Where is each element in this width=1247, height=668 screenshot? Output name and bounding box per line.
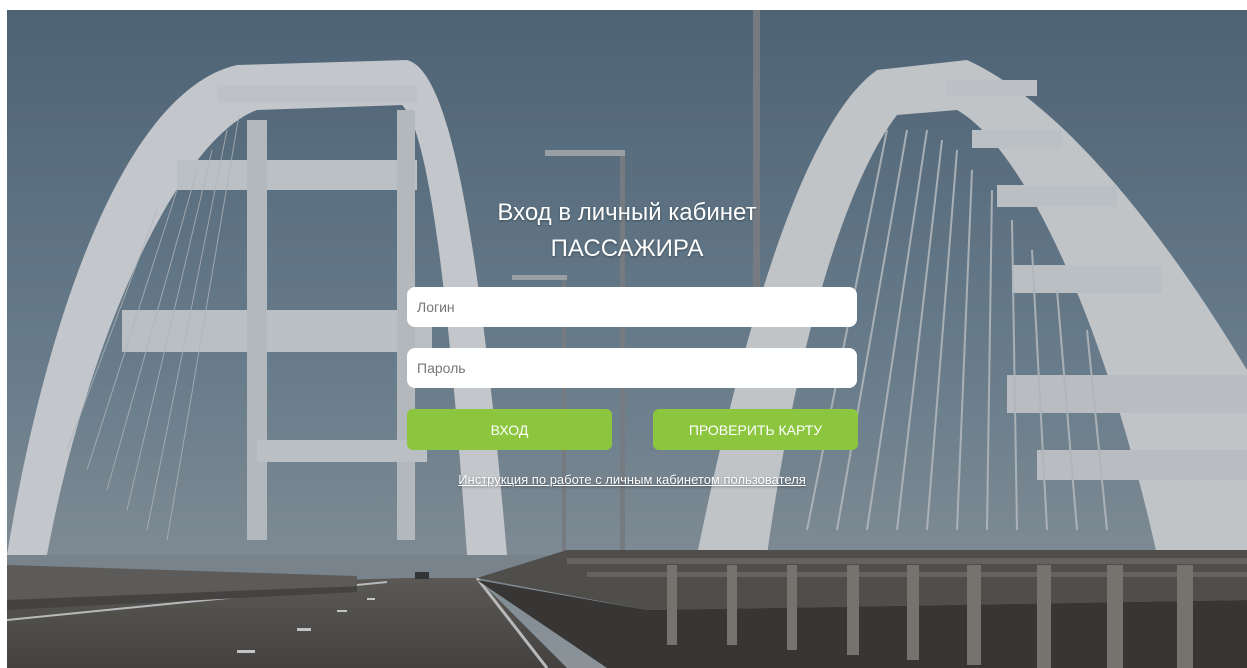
login-page: Вход в личный кабинет ПАССАЖИРА ВХОД ПРО… [7, 10, 1247, 668]
page-title: Вход в личный кабинет [497, 199, 757, 226]
password-input[interactable] [407, 348, 857, 388]
login-input[interactable] [407, 287, 857, 327]
page-subtitle: ПАССАЖИРА [550, 235, 704, 262]
user-manual-link[interactable]: Инструкция по работе с личным кабинетом … [407, 472, 857, 487]
login-button[interactable]: ВХОД [407, 409, 612, 450]
check-card-button[interactable]: ПРОВЕРИТЬ КАРТУ [653, 409, 858, 450]
background-overlay [7, 10, 1247, 668]
